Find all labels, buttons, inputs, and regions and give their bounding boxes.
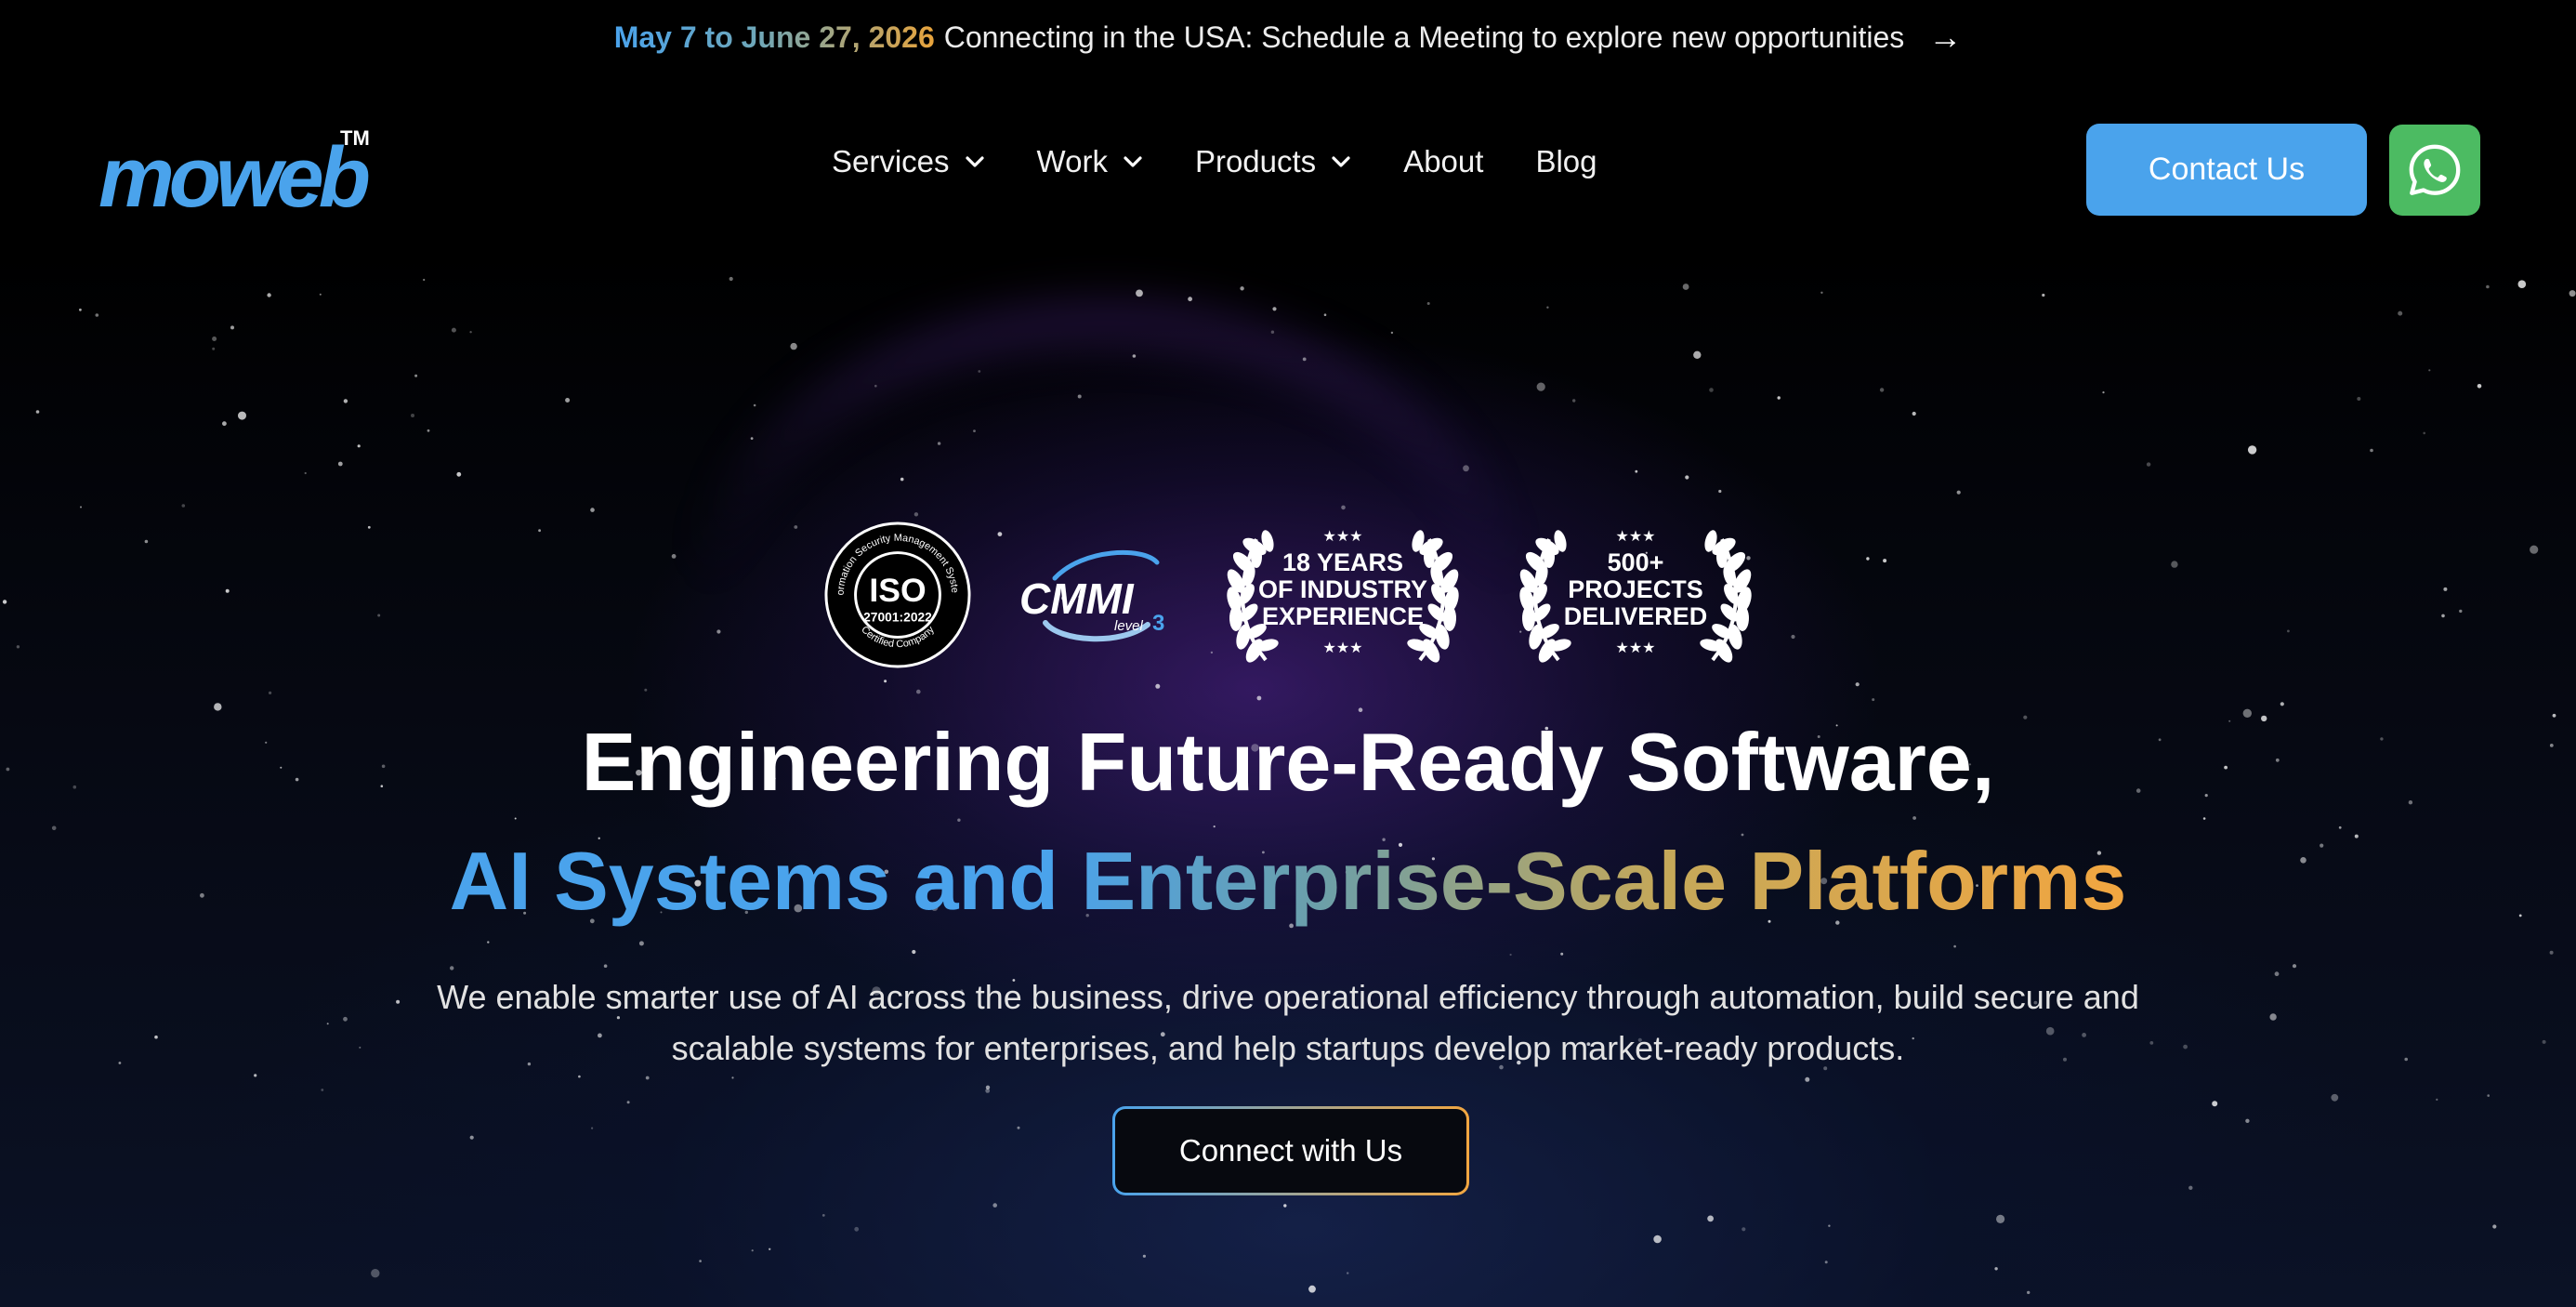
hero-subtitle: We enable smarter use of AI across the b… <box>312 971 2264 1074</box>
nav-item-blog[interactable]: Blog <box>1535 144 1597 179</box>
nav-label: Work <box>1036 144 1108 178</box>
logo-wordmark: moweb <box>99 130 369 218</box>
years-line-3: EXPERIENCE <box>1262 602 1424 630</box>
nav-item-work[interactable]: Work <box>1037 144 1143 179</box>
chevron-down-icon <box>1124 156 1142 167</box>
page: May 7 to June 27, 2026 Connecting in the… <box>0 0 2576 1307</box>
logo[interactable]: moweb TM <box>97 125 375 225</box>
announcement-date: May 7 to June 27, 2026 <box>613 20 935 54</box>
projects-line-1: 500+ <box>1608 548 1664 576</box>
years-line-1: 18 YEARS <box>1282 548 1403 576</box>
laurel-left-icon <box>1519 530 1571 663</box>
cmmi-level-word: level <box>1114 618 1144 634</box>
credential-badges: Information Security Management Systems … <box>822 521 1761 669</box>
stars-top: ★★★ <box>1322 527 1362 545</box>
laurel-right-icon <box>1700 530 1752 663</box>
stars-bottom: ★★★ <box>1322 639 1362 656</box>
cmmi-level-number: 3 <box>1152 611 1164 636</box>
iso-code: 27001:2022 <box>863 610 932 625</box>
nav-item-about[interactable]: About <box>1403 144 1483 179</box>
chevron-down-icon <box>1332 156 1350 167</box>
chevron-down-icon <box>965 156 984 167</box>
stars-top: ★★★ <box>1615 527 1655 545</box>
main-nav: Services Work Products About Blog <box>832 144 1597 179</box>
iso-certification-badge: Information Security Management Systems … <box>822 521 971 668</box>
hero-title-gradient-text: AI Systems and Enterprise-Scale Platform… <box>449 835 2127 927</box>
nav-item-products[interactable]: Products <box>1195 144 1351 179</box>
cmmi-level-badge: CMMI level 3 <box>1019 549 1164 642</box>
announcement-message: Connecting in the USA: Schedule a Meetin… <box>943 20 1905 54</box>
whatsapp-icon <box>2409 144 2461 195</box>
arrow-right-icon[interactable]: → <box>1928 18 1962 57</box>
hero-title-line-1: Engineering Future-Ready Software, <box>581 716 1995 808</box>
projects-line-2: PROJECTS <box>1568 575 1703 603</box>
hero-subtitle-line-2: scalable systems for enterprises, and he… <box>671 1029 1905 1067</box>
trademark-mark: TM <box>340 126 370 150</box>
nav-label: Services <box>832 144 950 178</box>
cmmi-label: CMMI <box>1019 574 1135 623</box>
nav-label: Blog <box>1535 144 1597 178</box>
projects-line-3: DELIVERED <box>1564 602 1708 630</box>
iso-label: ISO <box>869 572 926 609</box>
industry-experience-badge: ★★★ 18 YEARS OF INDUSTRY EXPERIENCE ★★★ <box>1227 527 1459 663</box>
nav-label: Products <box>1194 144 1317 178</box>
stars-bottom: ★★★ <box>1615 639 1655 656</box>
hero-subtitle-line-1: We enable smarter use of AI across the b… <box>437 978 2139 1016</box>
announcement-bar[interactable]: May 7 to June 27, 2026 Connecting in the… <box>0 0 2576 74</box>
nav-item-services[interactable]: Services <box>832 144 985 179</box>
nav-label: About <box>1403 144 1484 178</box>
whatsapp-button[interactable] <box>2389 125 2480 216</box>
hero-title-line-2: AI Systems and Enterprise-Scale Platform… <box>0 830 2576 932</box>
connect-with-us-button[interactable]: Connect with Us <box>1115 1109 1466 1193</box>
years-line-2: OF INDUSTRY <box>1258 575 1427 603</box>
projects-delivered-badge: ★★★ 500+ PROJECTS DELIVERED ★★★ <box>1519 527 1752 663</box>
contact-us-button[interactable]: Contact Us <box>2086 124 2367 216</box>
connect-button-frame: Connect with Us <box>1112 1106 1469 1195</box>
